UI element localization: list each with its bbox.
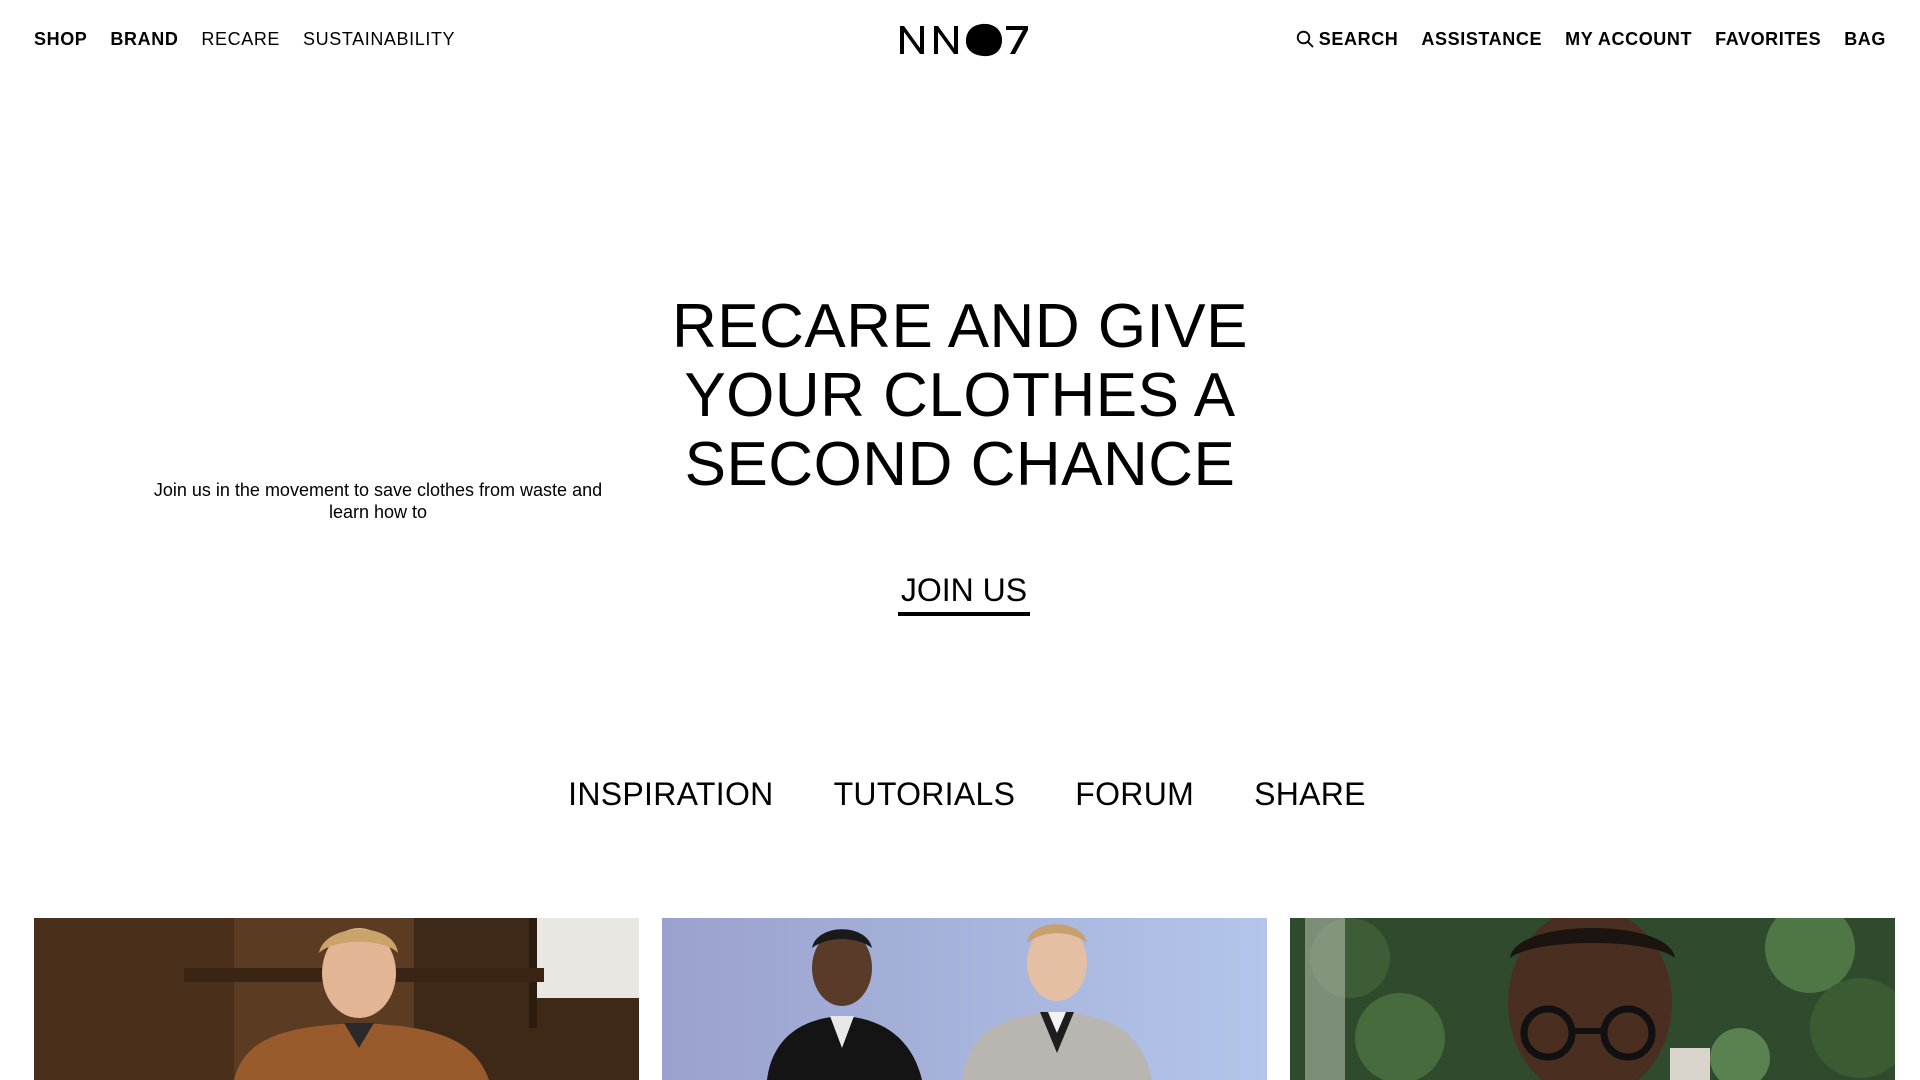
- top-navigation: SHOP BRAND RECARE SUSTAINABILITY SEARCH …: [0, 0, 1920, 78]
- search-label: SEARCH: [1318, 29, 1399, 49]
- search-button[interactable]: SEARCH: [1296, 27, 1399, 51]
- card-tutorials-photo[interactable]: [662, 918, 1267, 1080]
- favorites-link[interactable]: FAVORITES: [1715, 27, 1821, 51]
- photo-two-men-jackets: [662, 918, 1267, 1080]
- nn07-logo-icon: [900, 23, 1028, 57]
- bag-link[interactable]: BAG: [1844, 27, 1886, 51]
- nav-sustainability-link[interactable]: SUSTAINABILITY: [303, 27, 455, 51]
- card-inspiration-photo[interactable]: [34, 918, 639, 1080]
- search-icon: [1296, 30, 1314, 48]
- primary-nav: SHOP BRAND RECARE SUSTAINABILITY: [34, 27, 455, 51]
- utility-nav: SEARCH ASSISTANCE MY ACCOUNT FAVORITES B…: [1296, 27, 1886, 51]
- tab-inspiration[interactable]: INSPIRATION: [568, 774, 773, 814]
- hero-title-line-2: YOUR CLOTHES A: [684, 361, 1236, 430]
- recare-section-tabs: INSPIRATION TUTORIALS FORUM SHARE: [0, 774, 1920, 814]
- tab-forum[interactable]: FORUM: [1075, 774, 1194, 814]
- hero-subtitle: Join us in the movement to save clothes …: [153, 480, 603, 522]
- tab-tutorials[interactable]: TUTORIALS: [834, 774, 1016, 814]
- hero-title: RECARE AND GIVE YOUR CLOTHES A SECOND CH…: [660, 292, 1260, 499]
- tab-share[interactable]: SHARE: [1254, 774, 1366, 814]
- nav-shop-link[interactable]: SHOP: [34, 27, 87, 51]
- photo-man-brown-shirt: [34, 918, 639, 1080]
- hero-title-line-3: SECOND CHANCE: [684, 430, 1236, 499]
- join-us-button[interactable]: JOIN US: [898, 570, 1030, 616]
- my-account-link[interactable]: MY ACCOUNT: [1565, 27, 1692, 51]
- hero-title-line-1: RECARE AND GIVE: [672, 292, 1248, 361]
- photo-man-glasses-ivy: [1290, 918, 1895, 1080]
- card-share-photo[interactable]: [1290, 918, 1895, 1080]
- nav-brand-link[interactable]: BRAND: [110, 27, 178, 51]
- nav-recare-link[interactable]: RECARE: [201, 27, 280, 51]
- page: SHOP BRAND RECARE SUSTAINABILITY SEARCH …: [0, 0, 1920, 1080]
- image-card-row: [34, 918, 1895, 1080]
- brand-logo[interactable]: [898, 20, 1030, 60]
- assistance-link[interactable]: ASSISTANCE: [1421, 27, 1542, 51]
